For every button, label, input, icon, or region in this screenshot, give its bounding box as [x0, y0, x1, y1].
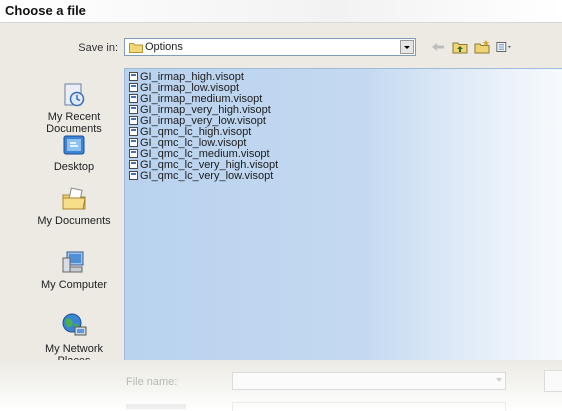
recent-documents-icon: [28, 82, 120, 108]
file-type-row: [126, 402, 506, 411]
up-folder-icon[interactable]: [452, 39, 468, 55]
file-icon: [129, 160, 138, 169]
title-bar[interactable]: Choose a file: [0, 0, 562, 23]
place-label: My Computer: [40, 279, 108, 291]
chevron-down-icon[interactable]: [496, 378, 502, 382]
place-my-computer[interactable]: My Computer: [28, 250, 120, 291]
file-type-label: [126, 404, 186, 409]
save-button[interactable]: [544, 370, 562, 392]
place-label: My Documents: [37, 215, 111, 227]
file-icon: [129, 83, 138, 92]
view-menu-icon[interactable]: [496, 39, 512, 55]
file-icon: [129, 116, 138, 125]
place-desktop[interactable]: Desktop: [28, 134, 120, 173]
place-my-documents[interactable]: My Documents: [28, 186, 120, 227]
file-icon: [129, 171, 138, 180]
file-type-dropdown[interactable]: [232, 402, 506, 411]
chevron-down-icon[interactable]: [400, 40, 414, 54]
new-folder-icon[interactable]: [474, 39, 490, 55]
file-icon: [129, 138, 138, 147]
my-documents-icon: [28, 186, 120, 212]
desktop-icon: [28, 134, 120, 158]
file-name-label: File name:: [126, 376, 178, 388]
computer-icon: [28, 250, 120, 276]
file-name-input[interactable]: [232, 372, 506, 390]
back-arrow-icon[interactable]: [430, 39, 446, 55]
file-dialog: Choose a file Save in: Options My Recent…: [0, 0, 562, 411]
place-label: Desktop: [53, 161, 95, 173]
folder-icon: [129, 42, 143, 56]
list-item[interactable]: GI_qmc_lc_very_low.visopt: [129, 171, 273, 182]
file-icon: [129, 127, 138, 136]
save-in-value: Options: [145, 41, 183, 53]
save-in-dropdown[interactable]: Options: [124, 38, 416, 56]
place-label: My Recent Documents: [46, 111, 102, 135]
file-list[interactable]: GI_irmap_high.visopt GI_irmap_low.visopt…: [124, 68, 562, 361]
file-name: GI_qmc_lc_very_low.visopt: [140, 170, 274, 182]
file-icon: [129, 94, 138, 103]
place-my-network-places[interactable]: My Network Places: [28, 312, 120, 367]
place-my-recent-documents[interactable]: My Recent Documents: [28, 82, 120, 135]
save-in-label: Save in:: [78, 42, 118, 54]
network-globe-icon: [28, 312, 120, 340]
file-icon: [129, 105, 138, 114]
dialog-title: Choose a file: [5, 3, 86, 18]
file-icon: [129, 72, 138, 81]
navigation-toolbar: [430, 38, 512, 56]
file-icon: [129, 149, 138, 158]
places-bar: My Recent Documents Desktop My Documents…: [28, 68, 120, 368]
